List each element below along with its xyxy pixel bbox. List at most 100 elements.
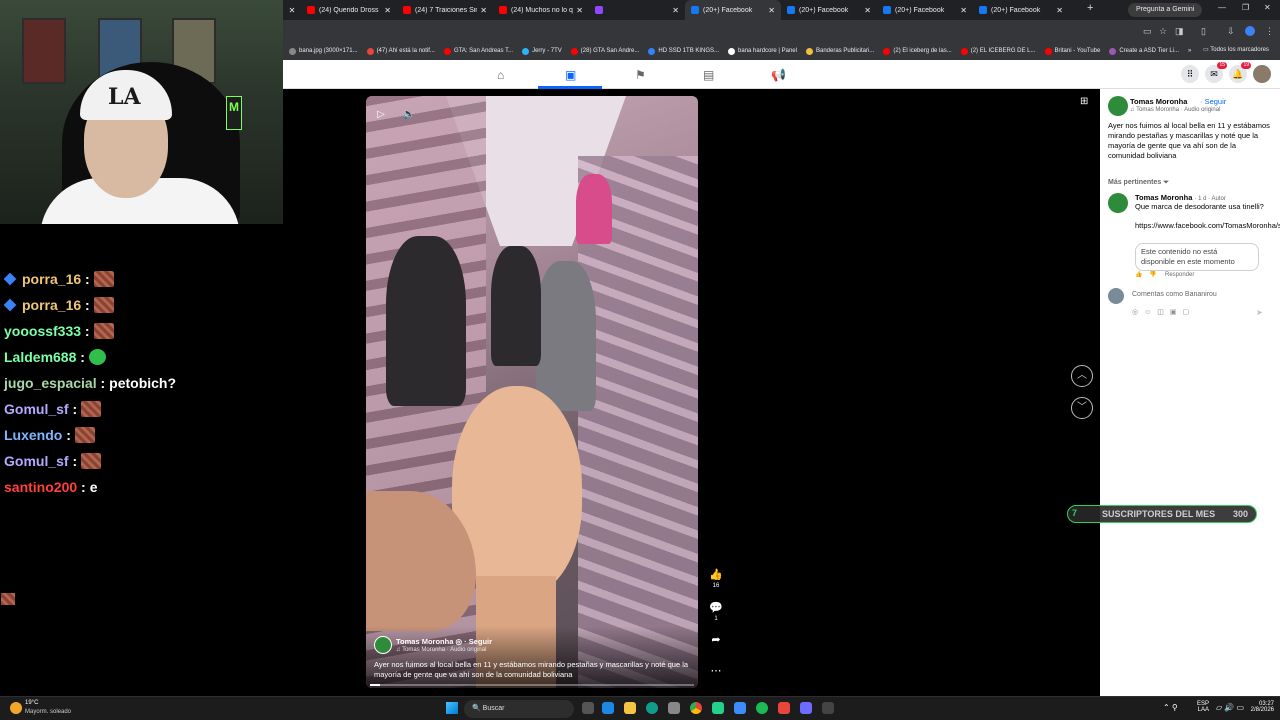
bookmark-item[interactable]: (47) Ahí está la notif...	[366, 47, 435, 55]
chat-username[interactable]: santino200	[4, 479, 77, 495]
panel-follow-button[interactable]: · Seguir	[1200, 97, 1226, 106]
tab-close-icon[interactable]: ✕	[576, 6, 583, 15]
megaphone-icon[interactable]: 📢	[771, 68, 786, 82]
tab-close-icon[interactable]: ✕	[864, 6, 871, 15]
network-volume-icons[interactable]: ▱ 🔊 ▭	[1216, 703, 1244, 712]
bookmark-star-icon[interactable]: ☆	[1159, 26, 1167, 37]
profile-avatar[interactable]	[1253, 65, 1271, 83]
bookmark-item[interactable]: (2) EL ICEBERG DE L...	[960, 47, 1036, 55]
home-icon[interactable]: ⌂	[497, 68, 504, 82]
maximize-icon[interactable]: ❐	[1242, 3, 1249, 12]
chat-username[interactable]: porra_16	[22, 297, 81, 313]
more-options-icon[interactable]: ⋯	[708, 664, 724, 677]
app-icon[interactable]	[822, 702, 834, 714]
weather-description[interactable]: Mayorm. soleado	[25, 709, 71, 715]
bookmark-item[interactable]: GTA: San Andreas T...	[443, 47, 513, 55]
app-icon[interactable]	[712, 702, 724, 714]
reel-video[interactable]: ▷ 🔈 Tomas Moronha ◎ · Seguir ♫ Tomas Mor…	[366, 96, 698, 688]
like-icon[interactable]: 👍	[1135, 272, 1142, 278]
chat-username[interactable]: Gomul_sf	[4, 453, 69, 469]
bookmark-item[interactable]: (28) GTA San Andre...	[570, 47, 639, 55]
bookmark-item[interactable]: Britani - YouTube	[1044, 47, 1100, 55]
next-reel-icon[interactable]: ﹀	[1071, 397, 1093, 419]
task-view-icon[interactable]	[582, 702, 594, 714]
new-tab-icon[interactable]: +	[1087, 2, 1093, 14]
comment-icon[interactable]: 💬	[708, 601, 724, 614]
browser-tab[interactable]: (20+) Facebook ✕	[685, 0, 781, 20]
previous-reel-icon[interactable]: ︿	[1071, 365, 1093, 387]
gemini-button[interactable]: Pregunta a Gemini	[1128, 3, 1203, 17]
share-icon[interactable]: ➦	[708, 633, 724, 646]
tab-close-icon[interactable]: ✕	[283, 6, 301, 15]
weather-temperature[interactable]: 19°C	[25, 700, 38, 706]
chat-username[interactable]: porra_16	[22, 271, 81, 287]
app-icon[interactable]	[800, 702, 812, 714]
dislike-icon[interactable]: 👎	[1149, 272, 1156, 278]
browser-tab[interactable]: (24) 7 Traiciones Sinie✕	[397, 0, 493, 20]
chat-username[interactable]: yooossf333	[4, 323, 81, 339]
like-icon[interactable]: 👍	[708, 568, 724, 581]
bookmark-item[interactable]: (2) El iceberg de las...	[883, 47, 952, 55]
bookmark-item[interactable]: bana hardcore | Panel	[728, 47, 797, 55]
author-avatar[interactable]	[374, 636, 392, 654]
reply-button[interactable]: Responder	[1165, 272, 1194, 278]
store-icon[interactable]	[668, 702, 680, 714]
comment-input[interactable]: Comentas como Bananirou	[1132, 291, 1217, 298]
sticker-icon[interactable]: ▢	[1183, 309, 1196, 316]
browser-tab[interactable]: (20+) Facebook ✕	[973, 0, 1069, 20]
marketplace-icon[interactable]: ▤	[703, 68, 714, 82]
spotify-icon[interactable]	[756, 702, 768, 714]
downloads-icon[interactable]: ⇩	[1227, 26, 1235, 37]
close-window-icon[interactable]: ✕	[1264, 3, 1271, 12]
expand-icon[interactable]: ⊞	[1080, 96, 1088, 107]
tab-close-icon[interactable]: ✕	[384, 6, 391, 15]
panel-audio-line[interactable]: ♫ Tomas Moronha · Audio original	[1130, 107, 1220, 113]
minimize-icon[interactable]: —	[1218, 3, 1226, 12]
profile-avatar-icon[interactable]	[1245, 26, 1255, 36]
tray-icons[interactable]: ⌃ ⚲	[1163, 703, 1178, 712]
tab-close-icon[interactable]: ✕	[1056, 6, 1063, 15]
author-avatar[interactable]	[1108, 96, 1128, 116]
video-author-line[interactable]: Tomas Moronha ◎ · Seguir	[396, 637, 492, 646]
bookmarks-overflow-icon[interactable]: »	[1188, 48, 1191, 54]
tab-close-icon[interactable]: ✕	[960, 6, 967, 15]
bookmark-item[interactable]: HD SSD 1TB KINGS...	[648, 47, 719, 55]
windows-start-icon[interactable]	[446, 702, 458, 714]
flag-icon[interactable]: ⚑	[635, 68, 646, 82]
app-icon[interactable]	[778, 702, 790, 714]
chat-username[interactable]: jugo_espacial	[4, 375, 97, 391]
chat-username[interactable]: Laldem688	[4, 349, 76, 365]
tab-close-icon[interactable]: ✕	[480, 6, 487, 15]
chrome-icon[interactable]	[690, 702, 702, 714]
volume-icon[interactable]: 🔈	[400, 106, 418, 124]
video-audio-line[interactable]: ♫ Tomas Moronha · Audio original	[396, 647, 486, 653]
edge-icon[interactable]	[646, 702, 658, 714]
gif-icon[interactable]: ▣	[1170, 309, 1183, 316]
panel-audio-label[interactable]: Tomas Moronha · Audio original	[1136, 107, 1220, 113]
video-audio-label[interactable]: Tomas Moronha · Audio original	[402, 647, 486, 653]
camera-icon[interactable]: ◫	[1157, 309, 1170, 316]
clock[interactable]: 03:27 2/8/2026	[1244, 701, 1274, 713]
browser-tab[interactable]: ✕	[589, 0, 685, 20]
install-icon[interactable]: ▭	[1143, 26, 1152, 37]
tab-close-icon[interactable]: ✕	[672, 6, 679, 15]
browser-tab[interactable]: (24) Muchos no lo qui ✕	[493, 0, 589, 20]
file-explorer-icon[interactable]	[624, 702, 636, 714]
browser-tab[interactable]: (24) Querido Dross R ✕	[301, 0, 397, 20]
sidepanel-icon[interactable]: ▯	[1201, 26, 1206, 37]
panel-author-name[interactable]: Tomas Moronha	[1130, 97, 1187, 106]
language-indicator[interactable]: ESP LAA	[1197, 701, 1209, 713]
notifications-icon[interactable]: 🔔 19	[1229, 62, 1251, 83]
commenter-avatar[interactable]	[1108, 193, 1128, 213]
play-icon[interactable]: ▷	[372, 106, 390, 124]
all-bookmarks[interactable]: ▭ Todos los marcadores	[1203, 46, 1269, 53]
extensions-icon[interactable]: ◨	[1175, 26, 1184, 37]
emoji-icon[interactable]: ☺	[1144, 309, 1157, 316]
browser-tab[interactable]: (20+) Facebook ✕	[781, 0, 877, 20]
menu-grid-icon[interactable]: ⠿	[1181, 65, 1199, 83]
menu-kebab-icon[interactable]: ⋮	[1265, 26, 1274, 37]
video-author-name[interactable]: Tomas Moronha	[396, 637, 453, 646]
send-icon[interactable]: ➤	[1256, 308, 1263, 317]
app-icon[interactable]	[734, 702, 746, 714]
browser-tab[interactable]: (20+) Facebook ✕	[877, 0, 973, 20]
